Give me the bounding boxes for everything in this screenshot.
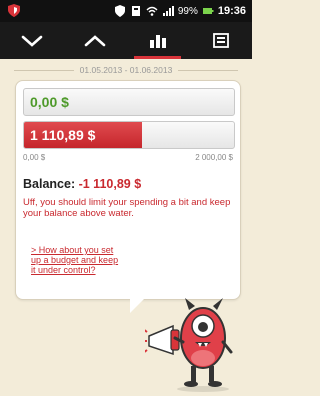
balance-line: Balance: -1 110,89 $: [23, 177, 141, 191]
income-value: 0,00 $: [30, 94, 69, 110]
income-bar: 0,00 $: [23, 88, 235, 116]
budget-link[interactable]: > How about you set up a budget and keep…: [31, 245, 121, 275]
balance-label: Balance:: [23, 177, 76, 191]
shield-icon: [8, 4, 20, 17]
battery-percent: 99%: [177, 5, 198, 17]
divider: [14, 70, 74, 71]
date-range-label: 01.05.2013 - 01.06.2013: [75, 65, 177, 75]
notification-icon: [131, 6, 140, 16]
battery-icon: [202, 8, 214, 14]
expense-value: 1 110,89 $: [30, 127, 96, 143]
notes-icon: [212, 32, 229, 48]
speech-bubble-tail: [130, 297, 146, 313]
signal-icon: [162, 6, 174, 16]
status-icons: 99% 19:36: [114, 3, 246, 19]
toolbar: [0, 22, 252, 59]
bar-chart-icon: [149, 34, 166, 48]
summary-card: 0,00 $ 1 110,89 $ 0,00 $ 2 000,00 $ Bala…: [15, 80, 241, 300]
tab-chart[interactable]: [126, 22, 189, 59]
collapse-button[interactable]: [0, 22, 63, 59]
wifi-icon: [146, 6, 158, 16]
advice-message: Uff, you should limit your spending a bi…: [23, 197, 231, 219]
tab-notes[interactable]: [189, 22, 252, 59]
shield-icon: [114, 5, 125, 17]
mascot-monster-icon: [145, 298, 233, 392]
divider: [178, 70, 238, 71]
scale-min: 0,00 $: [23, 153, 46, 162]
date-range: 01.05.2013 - 01.06.2013: [0, 61, 252, 79]
expense-bar: 1 110,89 $: [23, 121, 235, 149]
expand-button[interactable]: [63, 22, 126, 59]
chevron-down-icon: [21, 35, 42, 47]
status-time: 19:36: [217, 5, 246, 17]
chevron-up-icon: [84, 34, 105, 46]
status-bar: 99% 19:36: [0, 0, 252, 22]
scale-max: 2 000,00 $: [195, 153, 233, 162]
balance-amount: -1 110,89 $: [78, 177, 142, 191]
